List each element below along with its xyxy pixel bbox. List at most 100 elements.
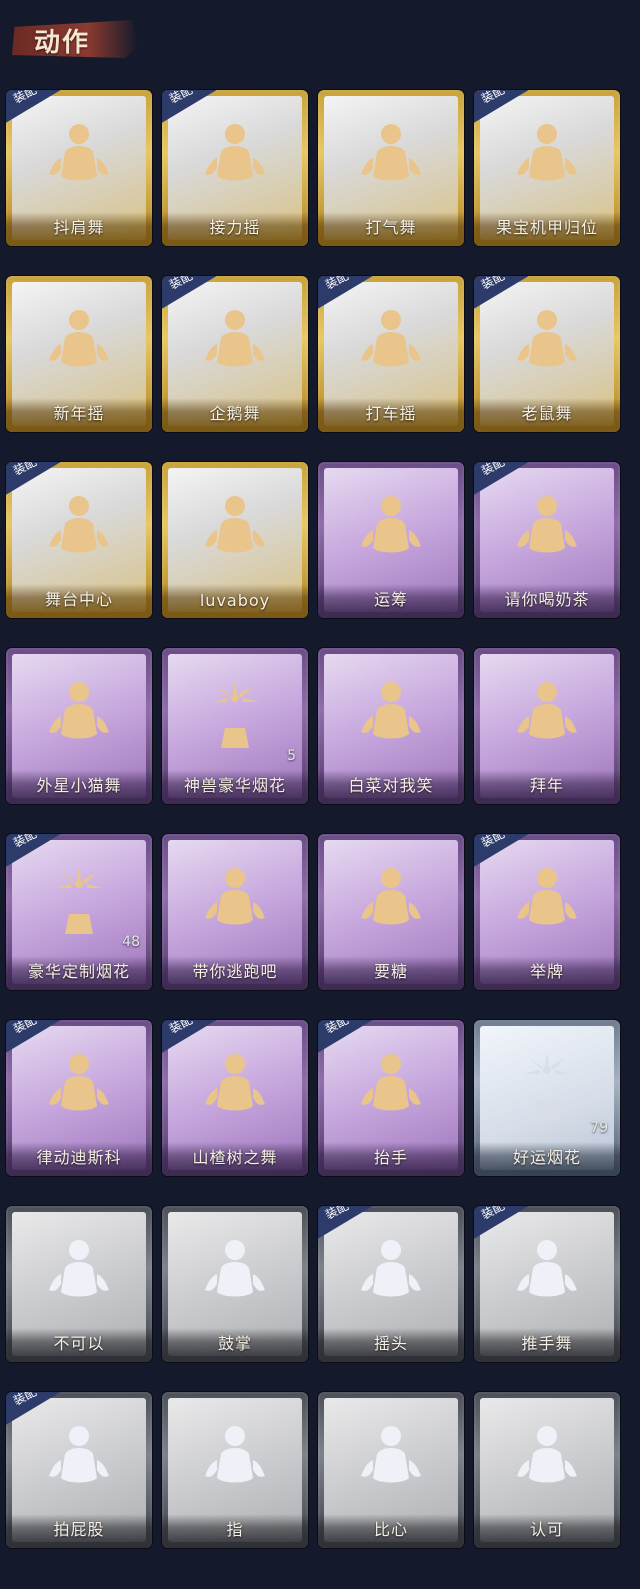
- emote-person-icon: [351, 490, 431, 570]
- firework-icon: [195, 676, 275, 756]
- emote-grid: 装配 抖肩舞 装配 接力摇 打气舞 装配 果宝机甲归位 新年摇 装配 企鹅舞 装…: [0, 0, 640, 1589]
- emote-label: 要糖: [373, 962, 408, 981]
- emote-card[interactable]: 认可: [474, 1392, 620, 1548]
- emote-card[interactable]: 白菜对我笑: [318, 648, 464, 804]
- emote-label: 比心: [373, 1520, 408, 1539]
- emote-card[interactable]: 装配律动迪斯科: [6, 1020, 152, 1176]
- equipped-badge-text: 装配: [166, 1020, 195, 1037]
- emote-card[interactable]: 新年摇: [6, 276, 152, 432]
- emote-card[interactable]: 装配打车摇: [318, 276, 464, 432]
- emote-person-icon: [39, 676, 119, 756]
- emote-label: 果宝机甲归位: [495, 218, 598, 237]
- emote-person-icon: [195, 118, 275, 198]
- emote-person-icon: [39, 118, 119, 198]
- emote-person-icon: [195, 304, 275, 384]
- emote-card[interactable]: 比心: [318, 1392, 464, 1548]
- emote-label: 鼓掌: [217, 1334, 252, 1353]
- equipped-badge-text: 装配: [478, 1206, 507, 1223]
- emote-card[interactable]: 带你逃跑吧: [162, 834, 308, 990]
- emote-card[interactable]: 装配推手舞: [474, 1206, 620, 1362]
- emote-card[interactable]: 装配接力摇: [162, 90, 308, 246]
- emote-card[interactable]: 打气舞: [318, 90, 464, 246]
- equipped-badge-text: 装配: [10, 834, 39, 851]
- emote-card[interactable]: 装配请你喝奶茶: [474, 462, 620, 618]
- emote-label: 老鼠舞: [521, 404, 573, 423]
- emote-label: 拍屁股: [53, 1520, 105, 1539]
- emote-card[interactable]: 装配拍屁股: [6, 1392, 152, 1548]
- emote-card[interactable]: 要糖: [318, 834, 464, 990]
- item-count: 48: [122, 934, 140, 950]
- emote-card[interactable]: 鼓掌: [162, 1206, 308, 1362]
- emote-card[interactable]: 装配举牌: [474, 834, 620, 990]
- emote-label: 举牌: [529, 962, 564, 981]
- emote-label: 摇头: [373, 1334, 408, 1353]
- emote-card[interactable]: 装配 舞台中心: [6, 462, 152, 618]
- emote-card[interactable]: 装配 抬手: [318, 1020, 464, 1176]
- emote-person-icon: [351, 1048, 431, 1128]
- emote-label: 抬手: [373, 1148, 408, 1167]
- equipped-badge-text: 装配: [166, 90, 195, 107]
- equipped-badge-text: 装配: [322, 276, 351, 293]
- emote-person-icon: [507, 676, 587, 756]
- emote-label: 拜年: [529, 776, 564, 795]
- equipped-badge-text: 装配: [10, 1392, 39, 1409]
- emote-label: 山楂树之舞: [192, 1148, 278, 1167]
- emote-label: luvaboy: [199, 591, 271, 610]
- emote-card[interactable]: luvaboy: [162, 462, 308, 618]
- emote-card[interactable]: 装配 企鹅舞: [162, 276, 308, 432]
- emote-label: 接力摇: [209, 218, 261, 237]
- equipped-badge-text: 装配: [478, 834, 507, 851]
- emote-card[interactable]: 5 神兽豪华烟花: [162, 648, 308, 804]
- emote-label: 抖肩舞: [53, 218, 105, 237]
- emote-label: 认可: [529, 1520, 564, 1539]
- emote-card[interactable]: 装配老鼠舞: [474, 276, 620, 432]
- emote-person-icon: [507, 304, 587, 384]
- emote-person-icon: [195, 1420, 275, 1500]
- emote-label: 舞台中心: [44, 590, 113, 609]
- emote-label: 请你喝奶茶: [504, 590, 590, 609]
- emote-person-icon: [39, 1420, 119, 1500]
- emote-label: 打气舞: [365, 218, 417, 237]
- emote-label: 外星小猫舞: [36, 776, 122, 795]
- emote-label: 指: [226, 1520, 244, 1539]
- emote-person-icon: [507, 1420, 587, 1500]
- emote-label: 运筹: [373, 590, 408, 609]
- emote-label: 企鹅舞: [209, 404, 261, 423]
- emote-person-icon: [507, 490, 587, 570]
- equipped-badge-text: 装配: [10, 1020, 39, 1037]
- equipped-badge-text: 装配: [478, 90, 507, 107]
- emote-person-icon: [351, 304, 431, 384]
- emote-card[interactable]: 装配山楂树之舞: [162, 1020, 308, 1176]
- emote-card[interactable]: 运筹: [318, 462, 464, 618]
- emote-label: 律动迪斯科: [36, 1148, 122, 1167]
- emote-card[interactable]: 装配 48 豪华定制烟花: [6, 834, 152, 990]
- emote-card[interactable]: 指: [162, 1392, 308, 1548]
- emote-label: 带你逃跑吧: [192, 962, 278, 981]
- item-count: 79: [590, 1120, 608, 1136]
- emote-label: 推手舞: [521, 1334, 573, 1353]
- equipped-badge-text: 装配: [478, 276, 507, 293]
- emote-person-icon: [39, 1048, 119, 1128]
- emote-card[interactable]: 79 好运烟花: [474, 1020, 620, 1176]
- emote-card[interactable]: 拜年: [474, 648, 620, 804]
- emote-card[interactable]: 装配抖肩舞: [6, 90, 152, 246]
- emote-card[interactable]: 不可以: [6, 1206, 152, 1362]
- emote-person-icon: [507, 118, 587, 198]
- emote-person-icon: [195, 1048, 275, 1128]
- emote-person-icon: [39, 1234, 119, 1314]
- emote-person-icon: [351, 1420, 431, 1500]
- emote-person-icon: [351, 862, 431, 942]
- equipped-badge-text: 装配: [10, 90, 39, 107]
- emote-card[interactable]: 外星小猫舞: [6, 648, 152, 804]
- emote-label: 神兽豪华烟花: [183, 776, 286, 795]
- emote-card[interactable]: 装配 摇头: [318, 1206, 464, 1362]
- equipped-badge-text: 装配: [478, 462, 507, 479]
- emote-card[interactable]: 装配果宝机甲归位: [474, 90, 620, 246]
- firework-icon: [39, 862, 119, 942]
- emote-person-icon: [351, 1234, 431, 1314]
- emote-person-icon: [351, 676, 431, 756]
- emote-person-icon: [195, 862, 275, 942]
- emote-person-icon: [351, 118, 431, 198]
- emote-label: 打车摇: [365, 404, 417, 423]
- item-count: 5: [287, 748, 296, 764]
